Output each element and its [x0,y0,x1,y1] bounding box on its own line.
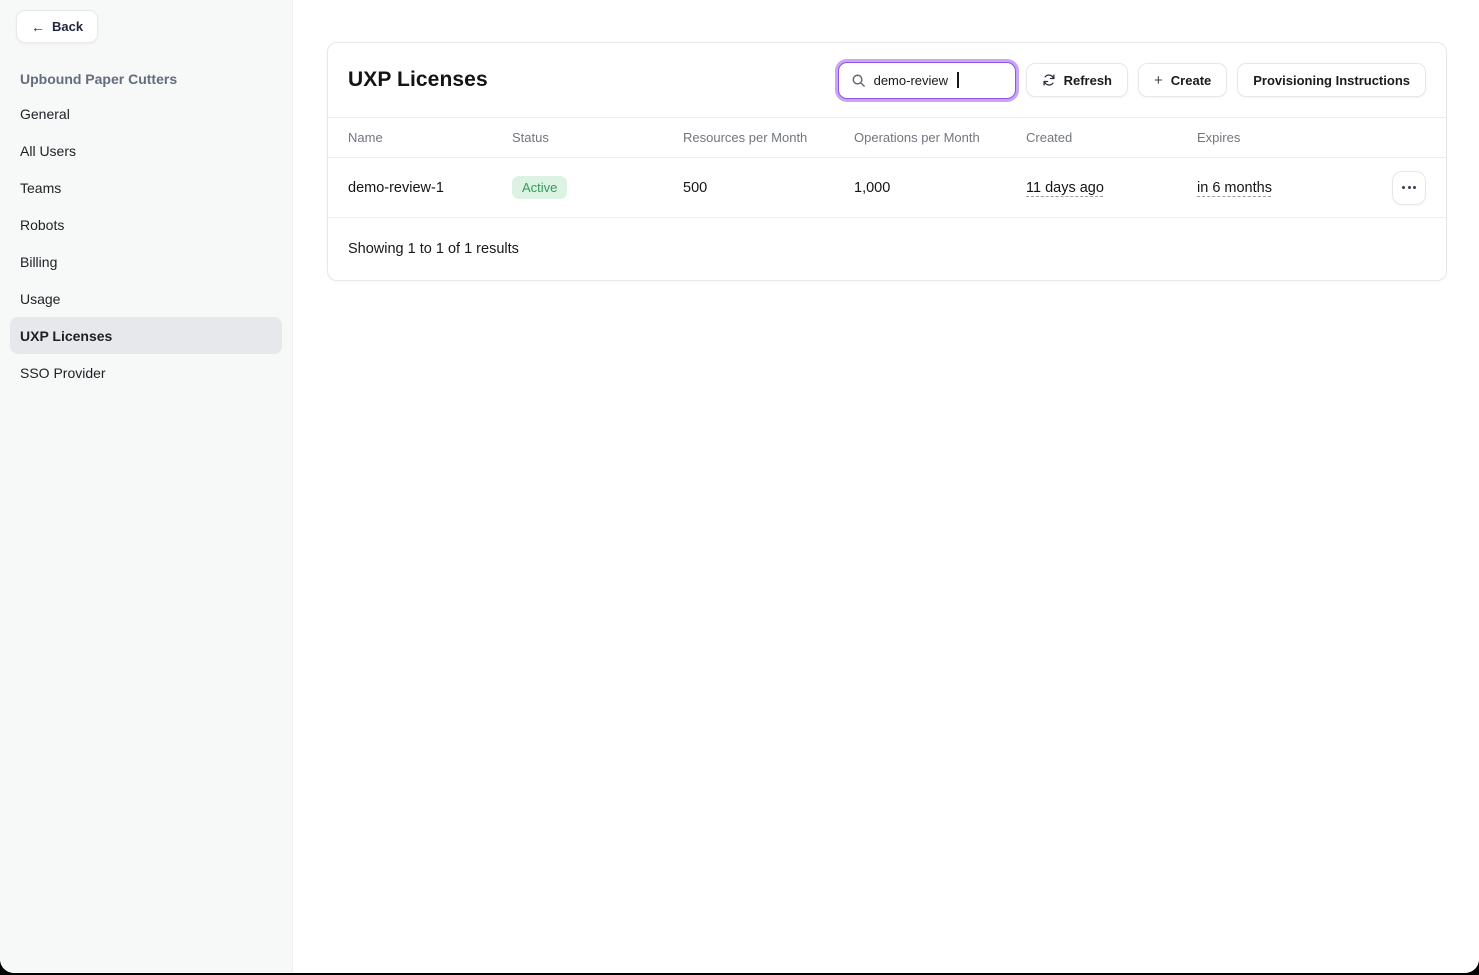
org-title: Upbound Paper Cutters [20,71,272,87]
refresh-label: Refresh [1064,73,1112,88]
license-name: demo-review-1 [348,180,512,196]
provisioning-label: Provisioning Instructions [1253,73,1410,88]
column-header-operations: Operations per Month [854,130,1026,145]
header-actions: demo-review Refresh + Create [838,62,1426,99]
text-caret [957,72,959,88]
card-header: UXP Licenses demo-review [328,43,1446,118]
arrow-left-icon: ← [31,20,45,34]
create-button[interactable]: + Create [1138,63,1227,97]
search-input[interactable]: demo-review [838,62,1016,99]
provisioning-instructions-button[interactable]: Provisioning Instructions [1237,63,1426,97]
sidebar-nav: General All Users Teams Robots Billing U… [0,95,292,391]
app-window: ← Back Upbound Paper Cutters General All… [0,0,1479,973]
table-row: demo-review-1 Active 500 1,000 11 days a… [328,158,1446,218]
column-header-name: Name [348,130,512,145]
uxp-licenses-card: UXP Licenses demo-review [327,42,1447,281]
sidebar-item-uxp-licenses[interactable]: UXP Licenses [10,317,282,354]
back-button-label: Back [52,19,83,34]
sidebar-item-robots[interactable]: Robots [10,206,282,243]
create-label: Create [1171,73,1211,88]
column-header-resources: Resources per Month [683,130,854,145]
status-badge: Active [512,176,567,199]
sidebar-item-usage[interactable]: Usage [10,280,282,317]
license-expires-cell: in 6 months [1197,180,1392,196]
expires-relative-time[interactable]: in 6 months [1197,180,1272,196]
license-resources: 500 [683,180,854,196]
sidebar-item-billing[interactable]: Billing [10,243,282,280]
search-icon [851,73,866,88]
refresh-icon [1042,73,1056,87]
ellipsis-icon [1402,186,1405,189]
back-button[interactable]: ← Back [16,10,98,43]
row-menu-button[interactable] [1392,171,1426,205]
sidebar-item-all-users[interactable]: All Users [10,132,282,169]
created-relative-time[interactable]: 11 days ago [1026,180,1104,196]
column-header-expires: Expires [1197,130,1392,145]
sidebar-item-sso-provider[interactable]: SSO Provider [10,354,282,391]
settings-sidebar: ← Back Upbound Paper Cutters General All… [0,0,293,973]
sidebar-item-general[interactable]: General [10,95,282,132]
license-actions-cell [1392,171,1426,205]
license-operations: 1,000 [854,180,1026,196]
license-status-cell: Active [512,176,683,199]
column-header-created: Created [1026,130,1197,145]
main-content: UXP Licenses demo-review [293,0,1479,973]
table-header-row: Name Status Resources per Month Operatio… [328,118,1446,158]
license-created-cell: 11 days ago [1026,180,1197,196]
search-value: demo-review [874,73,948,88]
page-title: UXP Licenses [348,68,488,92]
refresh-button[interactable]: Refresh [1026,63,1128,97]
sidebar-item-teams[interactable]: Teams [10,169,282,206]
column-header-status: Status [512,130,683,145]
results-summary: Showing 1 to 1 of 1 results [328,218,1446,280]
plus-icon: + [1154,72,1163,89]
